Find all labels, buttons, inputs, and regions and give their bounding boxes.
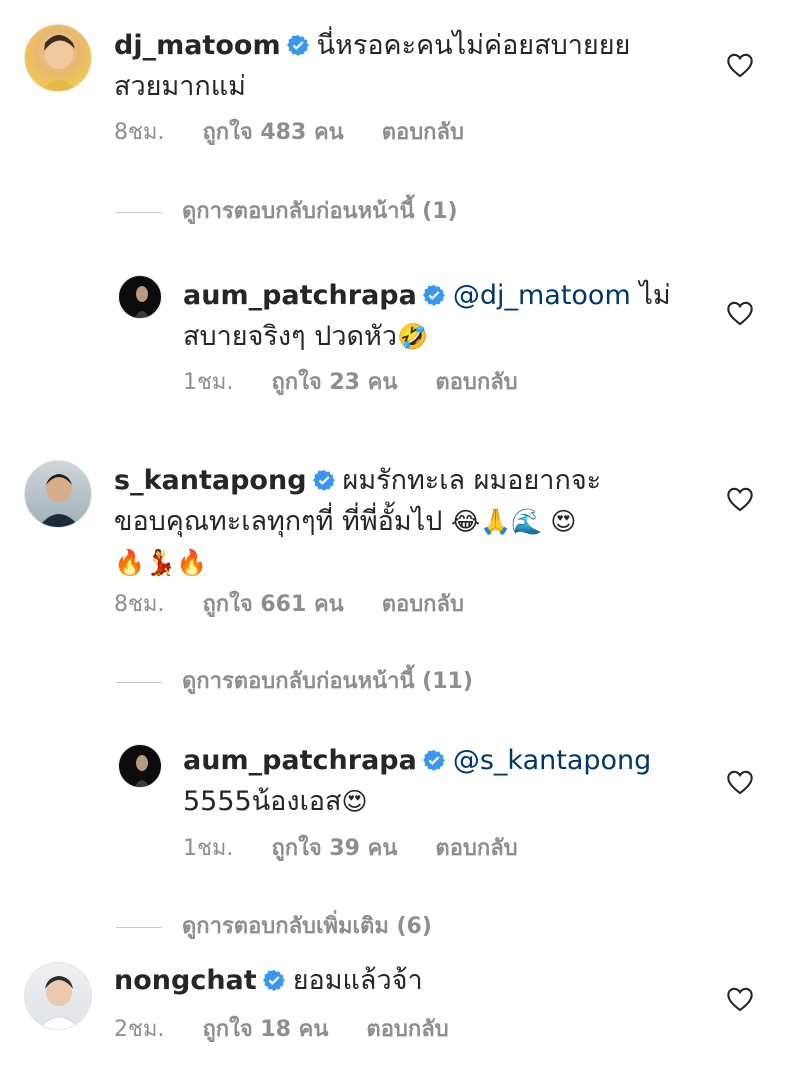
reply-button[interactable]: ตอบกลับ — [435, 835, 517, 863]
avatar-image — [38, 474, 80, 527]
heart-eyes-emoji: 😍 — [341, 787, 368, 816]
likes-count[interactable]: ถูกใจ 39 คน — [271, 835, 397, 863]
likes-count[interactable]: ถูกใจ 18 คน — [202, 1016, 328, 1044]
emoji-group: 🔥💃🔥 — [114, 548, 208, 577]
avatar-image — [135, 755, 149, 787]
view-replies-label: ดูการตอบกลับก่อนหน้านี้ (1) — [182, 199, 458, 224]
comment-time: 8ชม. — [114, 120, 165, 145]
heart-icon[interactable] — [726, 300, 754, 326]
comments-list: dj_matoom นี่หรอคะคนไม่ค่อยสบายยย สวยมากแ… — [0, 0, 800, 1086]
comment-meta: 8ชม. ถูกใจ 661 คน ตอบกลับ — [114, 591, 464, 619]
comment-username[interactable]: s_kantapong — [114, 465, 307, 496]
reply-avatar[interactable] — [118, 275, 162, 319]
avatar[interactable] — [24, 962, 92, 1030]
reply-meta: 1ชม. ถูกใจ 39 คน ตอบกลับ — [183, 835, 518, 863]
emoji-group: 😂🙏🌊 😍 — [450, 507, 577, 536]
view-more-replies-label: ดูการตอบกลับเพิ่มเติม (6) — [182, 914, 432, 939]
view-replies-label: ดูการตอบกลับก่อนหน้านี้ (11) — [182, 669, 473, 694]
likes-count[interactable]: ถูกใจ 483 คน — [202, 119, 343, 147]
heart-icon[interactable] — [726, 769, 754, 795]
avatar-image — [135, 286, 149, 318]
comment-body: s_kantapong ผมรักทะเล ผมอยากจะขอบคุณทะเลท… — [114, 460, 674, 583]
heart-icon[interactable] — [726, 486, 754, 512]
reply-button[interactable]: ตอบกลับ — [366, 1016, 448, 1044]
reply-button[interactable]: ตอบกลับ — [435, 369, 517, 397]
reply-button[interactable]: ตอบกลับ — [382, 119, 464, 147]
comment-body: nongchat ยอมแล้วจ้า — [114, 960, 674, 1001]
mention-link[interactable]: @s_kantapong — [453, 745, 651, 776]
reply-meta: 1ชม. ถูกใจ 23 คน ตอบกลับ — [183, 369, 518, 397]
reply-body: aum_patchrapa @dj_matoom ไม่สบายจริงๆ ปวด… — [183, 275, 683, 357]
divider-line — [116, 681, 162, 683]
avatar[interactable] — [24, 460, 92, 528]
heart-icon[interactable] — [726, 986, 754, 1012]
verified-badge-icon — [422, 749, 445, 771]
likes-count[interactable]: ถูกใจ 661 คน — [202, 591, 343, 619]
divider-line — [116, 926, 162, 928]
comment-time: 8ชม. — [114, 592, 165, 617]
reply-button[interactable]: ตอบกลับ — [382, 591, 464, 619]
verified-badge-icon — [286, 34, 309, 56]
comment-meta: 8ชม. ถูกใจ 483 คน ตอบกลับ — [114, 119, 464, 147]
reply-time: 1ชม. — [183, 836, 234, 861]
reply-text: 5555น้องเอส — [183, 786, 342, 817]
comment-meta: 2ชม. ถูกใจ 18 คน ตอบกลับ — [114, 1016, 449, 1044]
verified-badge-icon — [312, 469, 335, 491]
likes-count[interactable]: ถูกใจ 23 คน — [271, 369, 397, 397]
comment-username[interactable]: nongchat — [114, 965, 257, 996]
avatar[interactable] — [24, 24, 92, 92]
reply-username[interactable]: aum_patchrapa — [183, 280, 417, 311]
mention-link[interactable]: @dj_matoom — [453, 280, 631, 311]
reply-username[interactable]: aum_patchrapa — [183, 745, 417, 776]
avatar-image — [38, 976, 80, 1029]
comment-text: ยอมแล้วจ้า — [292, 965, 423, 996]
view-replies-toggle[interactable]: ดูการตอบกลับก่อนหน้านี้ (11) — [116, 668, 473, 696]
view-more-replies-toggle[interactable]: ดูการตอบกลับเพิ่มเติม (6) — [116, 913, 432, 941]
reply-avatar[interactable] — [118, 744, 162, 788]
comment-username[interactable]: dj_matoom — [114, 30, 281, 61]
comment-time: 2ชม. — [114, 1017, 165, 1042]
reply-time: 1ชม. — [183, 370, 234, 395]
rofl-emoji: 🤣 — [396, 322, 429, 351]
heart-icon[interactable] — [726, 52, 754, 78]
divider-line — [116, 211, 162, 213]
view-replies-toggle[interactable]: ดูการตอบกลับก่อนหน้านี้ (1) — [116, 198, 458, 226]
reply-body: aum_patchrapa @s_kantapong 5555น้องเอส😍 — [183, 740, 683, 822]
verified-badge-icon — [422, 284, 445, 306]
avatar-image — [40, 35, 78, 91]
verified-badge-icon — [262, 969, 285, 991]
comment-body: dj_matoom นี่หรอคะคนไม่ค่อยสบายยย สวยมากแ… — [114, 25, 674, 107]
